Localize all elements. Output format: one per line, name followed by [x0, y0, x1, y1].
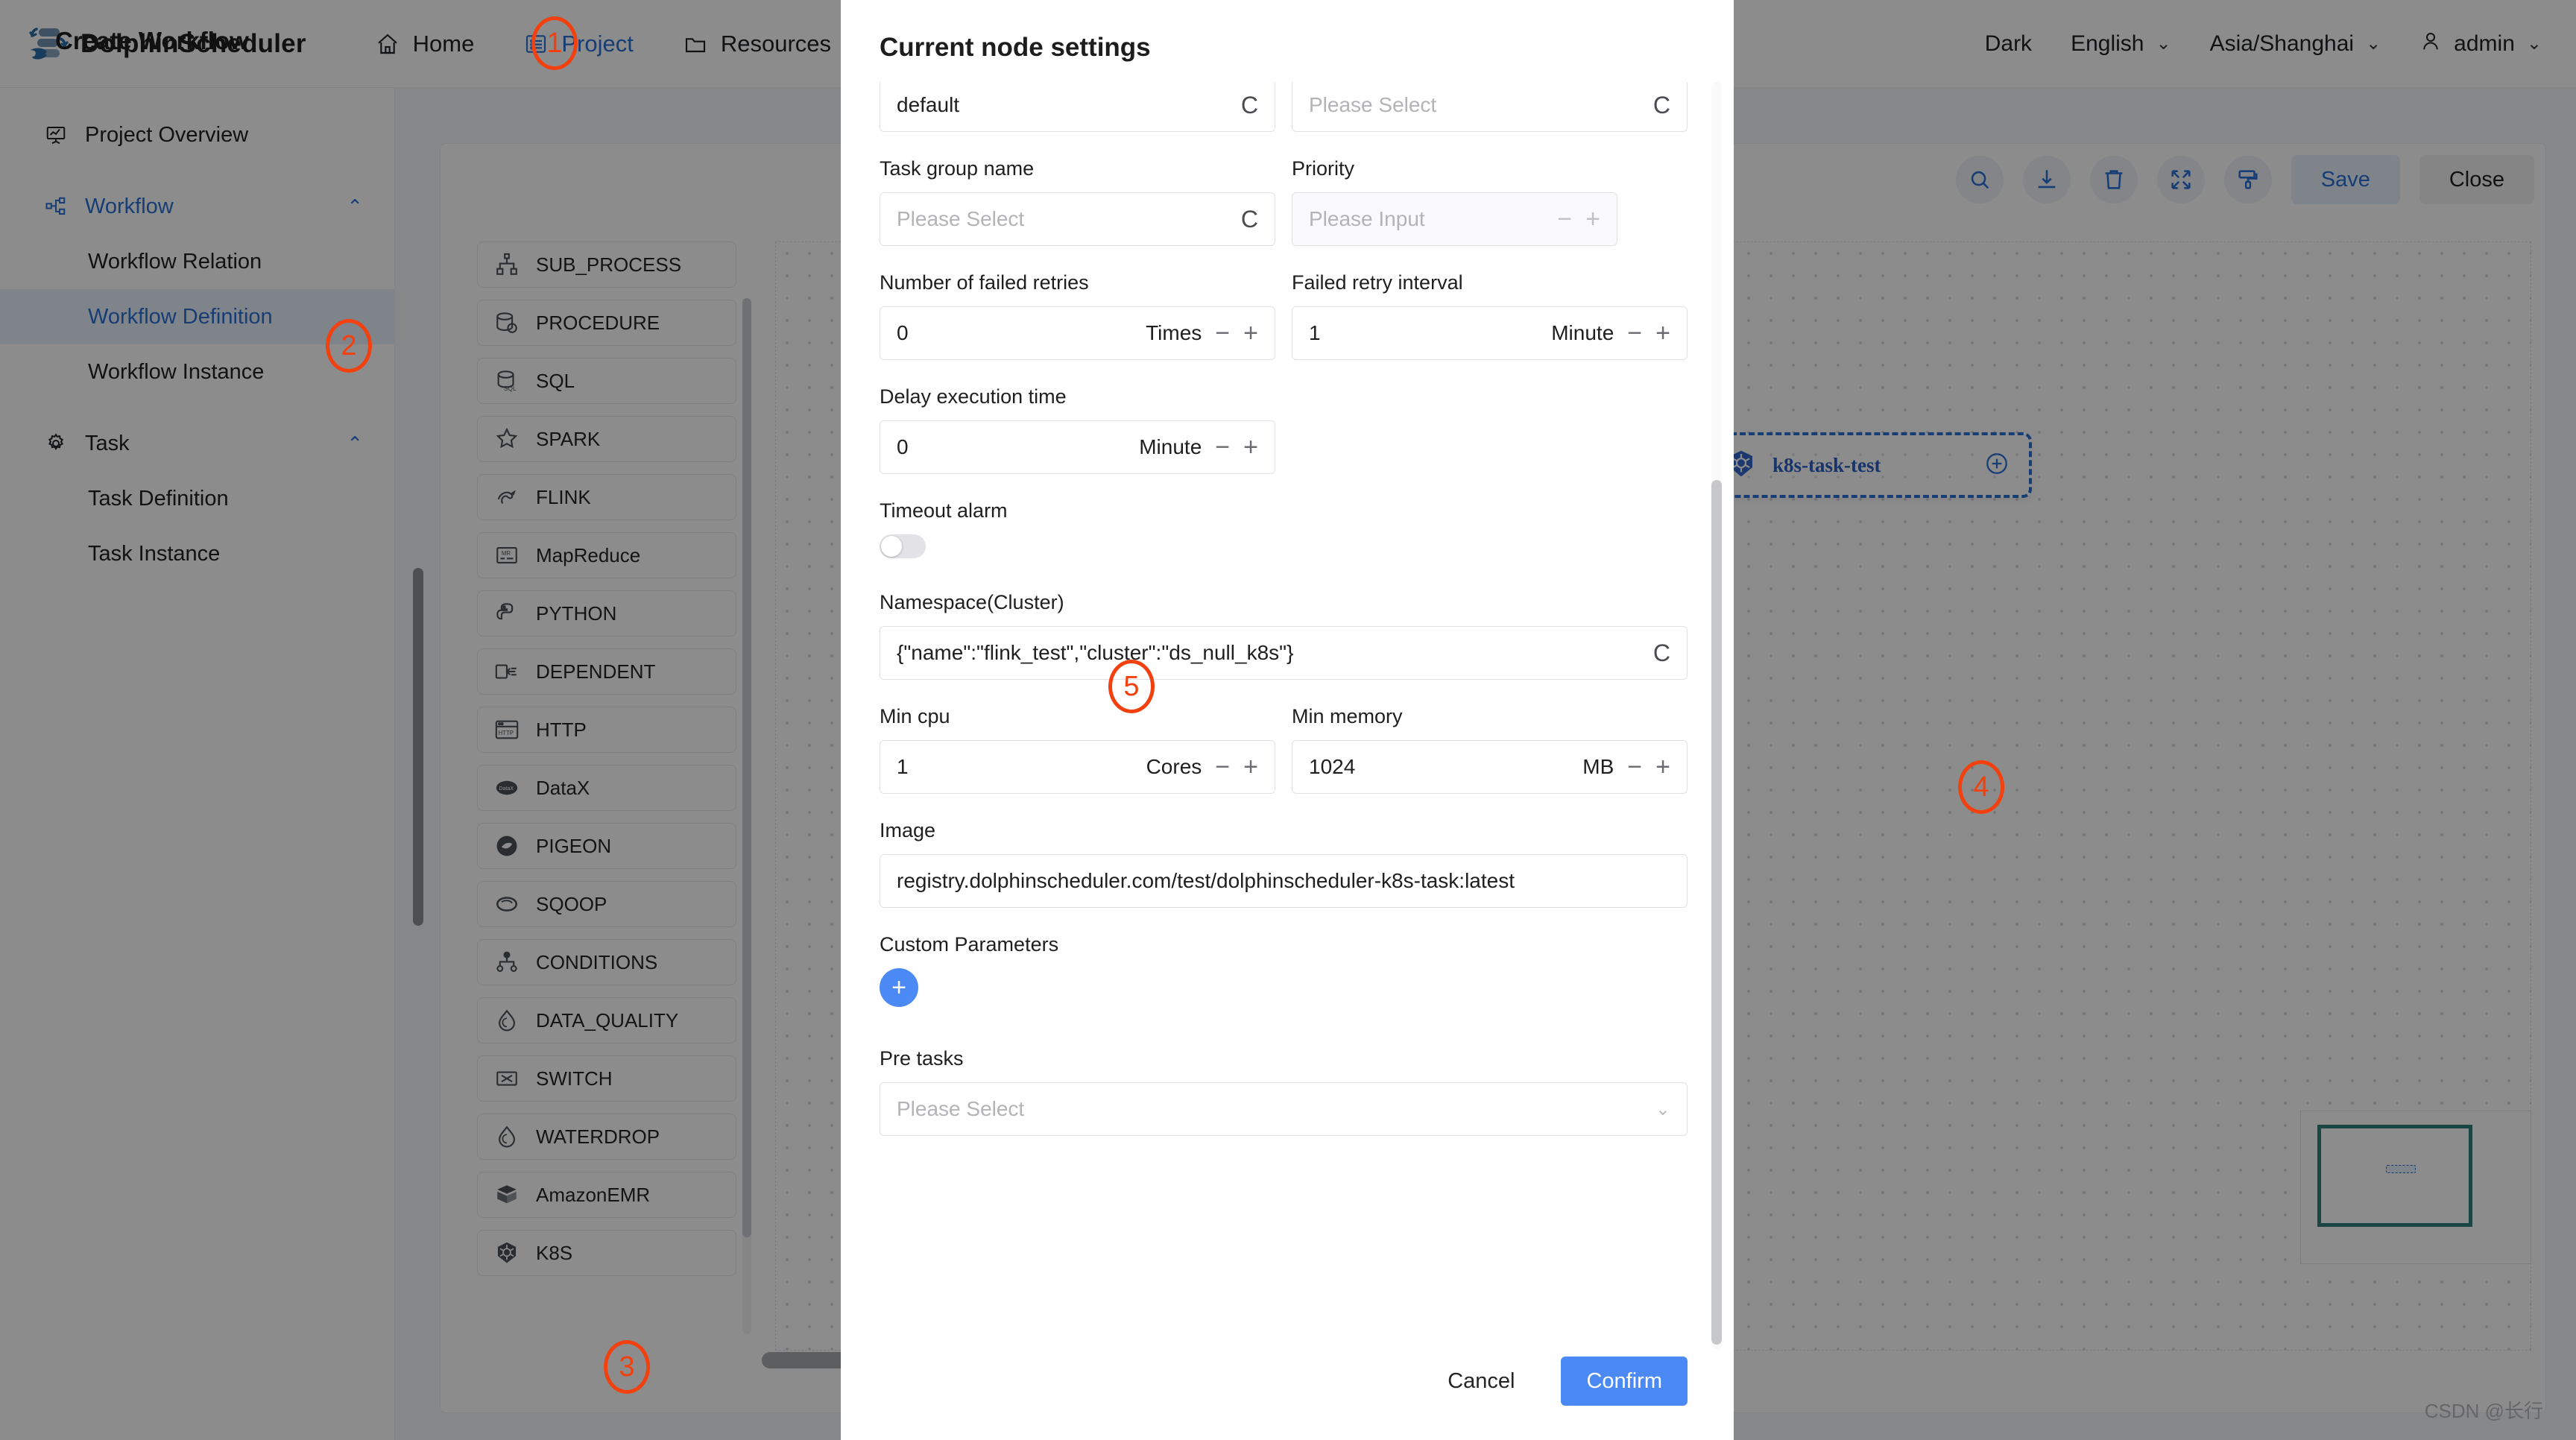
min-memory-label: Min memory [1292, 705, 1403, 727]
field-environment-name: Environment Name Please Select C [1292, 82, 1688, 132]
priority-placeholder: Please Input [1309, 207, 1425, 230]
min-cpu-unit: Cores [1146, 755, 1202, 778]
plus-icon: + [891, 973, 906, 1002]
dialog-body: Worker group * default C Environment Nam… [841, 82, 1734, 1357]
row-pre-tasks: Pre tasks Please Select ⌄ [880, 1047, 1688, 1136]
field-min-memory: Min memory 1024 MB − + [1292, 705, 1688, 794]
field-min-cpu: Min cpu 1 Cores − + [880, 705, 1275, 794]
row-worker-environment: Worker group * default C Environment Nam… [880, 82, 1688, 132]
min-cpu-value: 1 [897, 755, 909, 778]
min-cpu-suffix: Cores − + [1146, 753, 1258, 781]
add-custom-parameter-button[interactable]: + [880, 968, 918, 1007]
image-value: registry.dolphinscheduler.com/test/dolph… [897, 869, 1515, 892]
loading-spinner-icon: C [1240, 205, 1258, 233]
annotation-marker-3: 3 [604, 1340, 650, 1394]
failed-retries-input[interactable]: 0 Times − + [880, 306, 1275, 360]
row-resources: Min cpu 1 Cores − + Min memory 1024 MB −… [880, 705, 1688, 794]
namespace-cluster-label: Namespace(Cluster) [880, 591, 1064, 613]
min-memory-input[interactable]: 1024 MB − + [1292, 740, 1688, 794]
image-label: Image [880, 819, 936, 841]
pre-tasks-select[interactable]: Please Select ⌄ [880, 1082, 1688, 1136]
namespace-cluster-select[interactable]: {"name":"flink_test","cluster":"ds_null_… [880, 626, 1688, 680]
dialog-footer: Cancel Confirm [841, 1357, 1734, 1440]
failed-retries-unit: Times [1146, 321, 1202, 344]
row-namespace: Namespace(Cluster) {"name":"flink_test",… [880, 591, 1688, 680]
confirm-button[interactable]: Confirm [1561, 1357, 1688, 1406]
field-timeout-alarm: Timeout alarm [880, 499, 1688, 558]
row-custom-parameters: Custom Parameters + [880, 933, 1688, 1007]
cancel-button[interactable]: Cancel [1422, 1357, 1540, 1406]
failed-retries-value: 0 [897, 321, 909, 344]
pre-tasks-label: Pre tasks [880, 1047, 964, 1070]
delay-execution-input[interactable]: 0 Minute − + [880, 420, 1275, 474]
field-pre-tasks: Pre tasks Please Select ⌄ [880, 1047, 1688, 1136]
row-retries: Number of failed retries 0 Times − + Fai… [880, 271, 1688, 360]
field-namespace-cluster: Namespace(Cluster) {"name":"flink_test",… [880, 591, 1688, 680]
field-priority: Priority Please Input − + [1292, 157, 1688, 246]
chevron-down-icon: ⌄ [1655, 1099, 1670, 1120]
field-custom-parameters: Custom Parameters + [880, 933, 1688, 1007]
toggle-knob [881, 536, 902, 557]
pre-tasks-placeholder: Please Select [897, 1097, 1025, 1120]
loading-spinner-icon: C [1652, 91, 1670, 119]
field-retry-interval: Failed retry interval 1 Minute − + [1292, 271, 1688, 360]
timeout-alarm-toggle[interactable] [880, 534, 926, 558]
priority-label: Priority [1292, 157, 1355, 180]
retry-interval-unit: Minute [1551, 321, 1614, 344]
environment-name-select[interactable]: Please Select C [1292, 82, 1688, 132]
current-node-settings-dialog: Current node settings Worker group * def… [841, 0, 1734, 1440]
min-cpu-input[interactable]: 1 Cores − + [880, 740, 1275, 794]
annotation-marker-4: 4 [1958, 760, 2004, 814]
field-failed-retries: Number of failed retries 0 Times − + [880, 271, 1275, 360]
retry-interval-input[interactable]: 1 Minute − + [1292, 306, 1688, 360]
task-group-name-placeholder: Please Select [897, 207, 1025, 230]
task-group-name-select[interactable]: Please Select C [880, 192, 1275, 246]
field-task-group-name: Task group name Please Select C [880, 157, 1275, 246]
field-delay-execution: Delay execution time 0 Minute − + [880, 385, 1275, 474]
annotation-marker-1: 1 [531, 16, 578, 70]
row-taskgroup-priority: Task group name Please Select C Priority… [880, 157, 1688, 246]
timeout-alarm-label: Timeout alarm [880, 499, 1008, 522]
annotation-marker-2: 2 [326, 319, 372, 373]
failed-retries-suffix: Times − + [1146, 319, 1258, 347]
min-memory-suffix: MB − + [1582, 753, 1670, 781]
delay-execution-suffix: Minute − + [1139, 433, 1258, 461]
row-image: Image registry.dolphinscheduler.com/test… [880, 819, 1688, 908]
priority-input[interactable]: Please Input − + [1292, 192, 1617, 246]
field-worker-group: Worker group * default C [880, 82, 1275, 132]
row-delay: Delay execution time 0 Minute − + [880, 385, 1688, 474]
annotation-marker-5: 5 [1108, 660, 1155, 713]
min-memory-value: 1024 [1309, 755, 1356, 778]
field-image: Image registry.dolphinscheduler.com/test… [880, 819, 1688, 908]
delay-execution-unit: Minute [1139, 435, 1202, 458]
min-cpu-label: Min cpu [880, 705, 950, 727]
retry-interval-label: Failed retry interval [1292, 271, 1463, 294]
worker-group-select[interactable]: default C [880, 82, 1275, 132]
min-memory-unit: MB [1582, 755, 1614, 778]
dialog-scrollbar-thumb[interactable] [1711, 480, 1722, 1345]
image-input[interactable]: registry.dolphinscheduler.com/test/dolph… [880, 854, 1688, 908]
delay-execution-value: 0 [897, 435, 909, 458]
dialog-title: Current node settings [880, 33, 1151, 62]
delay-execution-label: Delay execution time [880, 385, 1067, 408]
loading-spinner-icon: C [1240, 91, 1258, 119]
environment-name-placeholder: Please Select [1309, 93, 1437, 116]
failed-retries-label: Number of failed retries [880, 271, 1089, 294]
spacer-col [1292, 385, 1688, 474]
retry-interval-value: 1 [1309, 321, 1321, 344]
loading-spinner-icon: C [1652, 639, 1670, 666]
worker-group-value: default [897, 93, 960, 116]
task-group-name-label: Task group name [880, 157, 1035, 180]
row-timeout-alarm: Timeout alarm [880, 499, 1688, 558]
namespace-cluster-value: {"name":"flink_test","cluster":"ds_null_… [897, 641, 1294, 664]
retry-interval-suffix: Minute − + [1551, 319, 1670, 347]
custom-parameters-label: Custom Parameters [880, 933, 1059, 956]
